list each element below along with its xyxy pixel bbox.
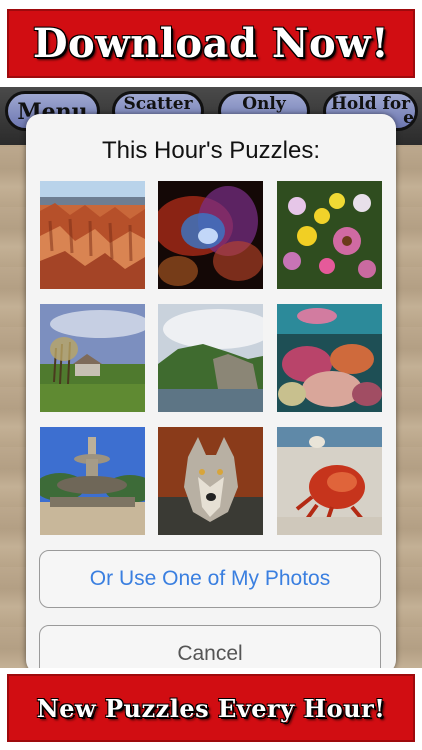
top-banner[interactable]: Download Now! [0, 0, 422, 87]
hermit-crab-image [277, 427, 382, 535]
coral-reef-image [277, 304, 382, 412]
use-my-photos-button[interactable]: Or Use One of My Photos [39, 550, 381, 608]
photo-trees-house[interactable] [40, 304, 145, 412]
photo-flowers[interactable] [277, 181, 382, 289]
photo-nebula[interactable] [158, 181, 263, 289]
photo-canyon[interactable] [40, 181, 145, 289]
bottom-banner-text: New Puzzles Every Hour! [36, 693, 386, 723]
bottom-banner-panel: New Puzzles Every Hour! [7, 674, 415, 742]
photo-hermit-crab[interactable] [277, 427, 382, 535]
scatter-button-label: Scatter [123, 94, 193, 114]
canyon-image [40, 181, 145, 289]
photo-wolf[interactable] [158, 427, 263, 535]
dialog-title: This Hour's Puzzles: [102, 137, 320, 164]
hold-button-label-2: e [403, 108, 414, 128]
bottom-banner[interactable]: New Puzzles Every Hour! [0, 668, 422, 750]
nebula-image [158, 181, 263, 289]
cancel-label: Cancel [177, 642, 243, 665]
top-banner-panel: Download Now! [7, 9, 415, 78]
only-button-label: Only [242, 94, 286, 114]
use-my-photos-label: Or Use One of My Photos [89, 567, 331, 590]
flowers-image [277, 181, 382, 289]
puzzle-picker-dialog: This Hour's Puzzles: Or Use One of My Ph… [26, 114, 396, 683]
wolf-image [158, 427, 263, 535]
island-cliff-image [158, 304, 263, 412]
photo-island-cliff[interactable] [158, 304, 263, 412]
hold-button-label-1: Hold for [330, 94, 411, 114]
photo-fountain[interactable] [40, 427, 145, 535]
trees-house-image [40, 304, 145, 412]
photo-coral-reef[interactable] [277, 304, 382, 412]
fountain-image [40, 427, 145, 535]
top-banner-text: Download Now! [32, 20, 390, 67]
